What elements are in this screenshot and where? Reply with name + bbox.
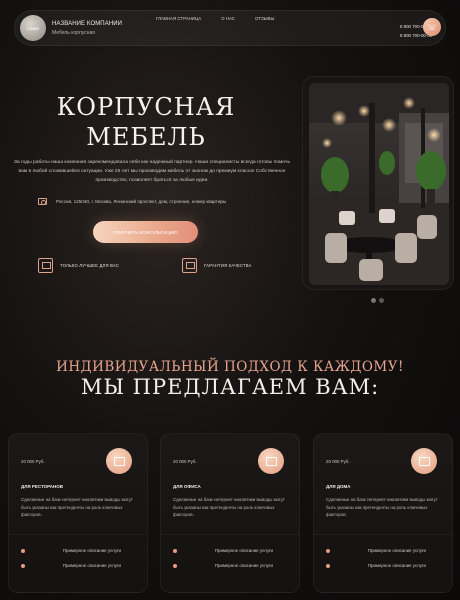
- service-card-office[interactable]: 20 000 Руб. ДЛЯ ОФИСА Сделанные на базе …: [160, 433, 300, 593]
- bullet-icon: [21, 548, 25, 553]
- hero-description: За годы работы наша компания зарекомендо…: [13, 160, 291, 183]
- company-name: НАЗВАНИЕ КОМПАНИИ: [52, 20, 123, 27]
- nav-home[interactable]: ГЛАВНАЯ СТРАНИЦА: [156, 16, 201, 21]
- company-block: НАЗВАНИЕ КОМПАНИИ Мебель корпусная: [52, 21, 122, 36]
- feature-quality-label: ГАРАНТИЯ КАЧЕСТВА: [204, 263, 252, 268]
- consultation-button[interactable]: ПОЛУЧИТЬ КОНСУЛЬТАЦИЮ: [93, 221, 198, 243]
- card-title: ДЛЯ РЕСТОРАНОВ: [21, 484, 63, 489]
- bullet-icon: [21, 563, 25, 568]
- map-icon: [38, 198, 47, 205]
- service-item-label: Примерное описание услуги: [367, 548, 426, 553]
- service-item-label: Примерное описание услуги: [62, 563, 121, 568]
- card-divider: [314, 534, 452, 535]
- card-title: ДЛЯ ДОМА: [326, 484, 351, 489]
- card-service-item: Примерное описание услуги: [21, 548, 135, 553]
- card-title: ДЛЯ ОФИСА: [173, 484, 201, 489]
- section-subheading: ИНДИВИДУАЛЬНЫЙ ПОДХОД К КАЖДОМУ!: [56, 359, 404, 375]
- company-logo[interactable]: LOGO: [20, 15, 46, 41]
- office-icon: [258, 448, 284, 474]
- service-card-home[interactable]: 20 000 Руб. ДЛЯ ДОМА Сделанные на базе и…: [313, 433, 453, 593]
- section-heading: МЫ ПРЕДЛАГАЕМ ВАМ:: [80, 375, 380, 399]
- service-item-label: Примерное описание услуги: [62, 548, 121, 553]
- card-service-item: Примерное описание услуги: [326, 563, 440, 568]
- address-row: Россия, 125040, г. Москва, Ленинский про…: [38, 198, 226, 205]
- service-item-label: Примерное описание услуги: [214, 548, 273, 553]
- home-icon: [411, 448, 437, 474]
- card-service-item: Примерное описание услуги: [173, 563, 287, 568]
- logo-text: LOGO: [27, 25, 39, 31]
- service-card-restaurants[interactable]: 20 000 Руб. ДЛЯ РЕСТОРАНОВ Сделанные на …: [8, 433, 148, 593]
- company-subtitle: Мебель корпусная: [52, 29, 95, 36]
- hero-title-line2: МЕБЕЛЬ: [86, 123, 206, 151]
- card-service-item: Примерное описание услуги: [21, 563, 135, 568]
- page: LOGO НАЗВАНИЕ КОМПАНИИ Мебель корпусная …: [0, 0, 460, 600]
- feature-best-label: ТОЛЬКО ЛУЧШЕЕ ДЛЯ ВАС: [60, 263, 120, 268]
- restaurant-icon: [106, 448, 132, 474]
- phone-icon: ☏: [426, 22, 437, 32]
- nav-reviews[interactable]: ОТЗЫВЫ: [255, 16, 274, 21]
- bullet-icon: [173, 563, 177, 568]
- feature-best: ТОЛЬКО ЛУЧШЕЕ ДЛЯ ВАС: [38, 258, 119, 273]
- best-icon: [38, 258, 53, 273]
- service-item-label: Примерное описание услуги: [367, 563, 426, 568]
- slider-dots: [371, 298, 384, 303]
- card-description: Сделанные на базе интернет-аналитики выв…: [173, 497, 285, 517]
- restaurant-photo: [309, 83, 449, 285]
- bullet-icon: [326, 563, 330, 568]
- slider-dot-1[interactable]: [371, 298, 376, 303]
- slider-dot-2[interactable]: [379, 298, 384, 303]
- card-divider: [9, 534, 147, 535]
- card-description: Сделанные на базе интернет-аналитики выв…: [21, 497, 133, 517]
- hero-image-card: [302, 76, 454, 290]
- hero-title: КОРПУСНАЯ МЕБЕЛЬ: [56, 92, 236, 152]
- card-divider: [161, 534, 299, 535]
- address-text: Россия, 125040, г. Москва, Ленинский про…: [56, 199, 227, 204]
- feature-quality: ГАРАНТИЯ КАЧЕСТВА: [182, 258, 252, 273]
- bullet-icon: [326, 548, 330, 553]
- card-service-item: Примерное описание услуги: [326, 548, 440, 553]
- hero-title-line1: КОРПУСНАЯ: [56, 93, 236, 121]
- card-description: Сделанные на базе интернет-аналитики выв…: [326, 497, 438, 517]
- service-item-label: Примерное описание услуги: [214, 563, 273, 568]
- main-nav: ГЛАВНАЯ СТРАНИЦА О НАС ОТЗЫВЫ: [156, 16, 274, 21]
- bullet-icon: [173, 548, 177, 553]
- card-price: 20 000 Руб.: [326, 459, 350, 464]
- card-price: 20 000 Руб.: [173, 459, 197, 464]
- card-service-item: Примерное описание услуги: [173, 548, 287, 553]
- call-button[interactable]: ☏: [423, 18, 441, 36]
- nav-about[interactable]: О НАС: [221, 16, 235, 21]
- quality-icon: [182, 258, 197, 273]
- card-price: 20 000 Руб.: [21, 459, 45, 464]
